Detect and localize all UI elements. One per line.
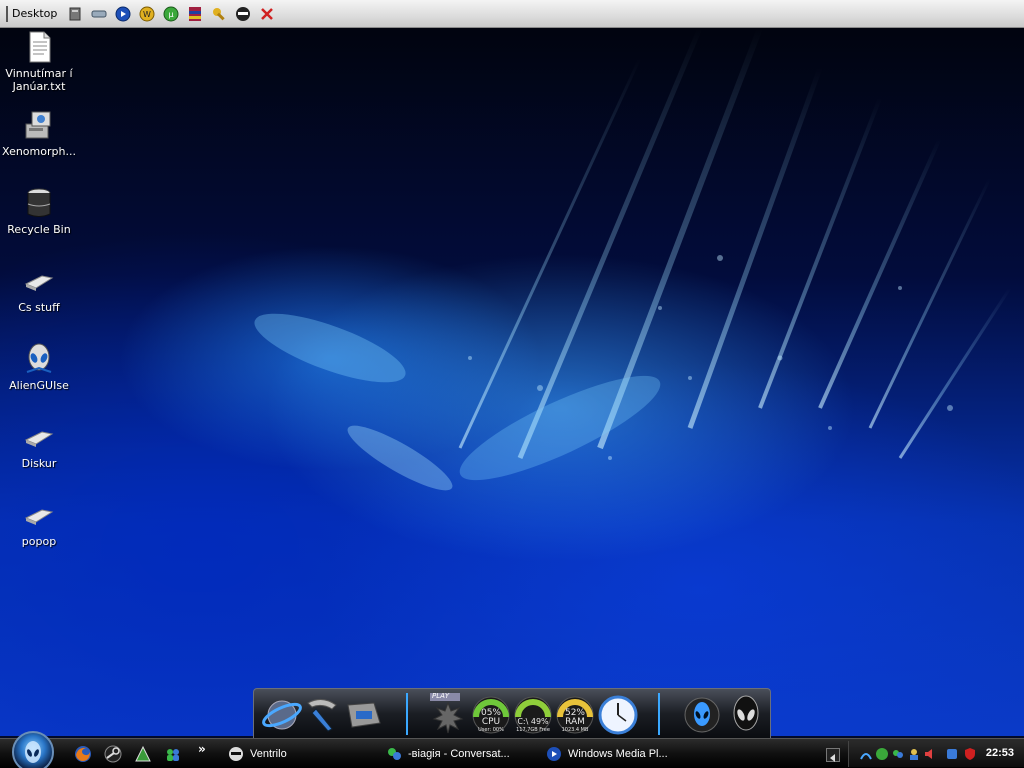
archive-icon[interactable] [186,5,204,23]
tools-icon[interactable] [302,693,342,735]
disk-sub: 117.7GB Free [516,727,550,733]
recycle-bin-icon [27,188,51,217]
task-label: Ventrilo [250,748,287,760]
desktop-icon-text-file[interactable]: Vinnutímar í Janúar.txt [2,30,76,93]
toolbar-label: Desktop [6,5,63,22]
steam-icon[interactable] [104,745,122,763]
disk-label: C:\ 49% [517,717,549,726]
desktop-icon-alien[interactable]: AlienGUIse [2,342,76,392]
task-button-ventrilo[interactable]: Ventrilo [222,742,368,766]
desktop-icon-label: Vinnutímar í Janúar.txt [5,67,73,93]
desktop-icon-folder[interactable]: Diskur [2,420,76,470]
users-icon[interactable] [907,747,921,761]
cpu-gauge: 05% CPU User: 00% [470,693,512,737]
desktop-icon-label: Xenomorph... [2,145,76,158]
tools-icon[interactable] [210,5,228,23]
media-player-icon[interactable] [114,5,132,23]
alien-icon [26,343,52,373]
winamp-icon[interactable] [134,745,152,763]
desktop-icon-folder[interactable]: popop [2,498,76,548]
cpu-sub: User: 00% [478,727,504,733]
cpu-label: CPU [481,717,501,727]
svg-text:µ: µ [169,10,174,19]
ram-sub: 1023.4 MB [561,727,589,733]
svg-text:W: W [143,10,151,19]
computer-icon[interactable] [344,693,384,735]
desktop-icon-label: Recycle Bin [7,223,71,236]
task-button-media-player[interactable]: Windows Media Pl... [540,742,690,766]
tray-clock[interactable]: 22:53 [986,747,1014,759]
security-icon[interactable] [945,747,959,761]
taskbar: » Ventrilo -віagія - Conversat... Window… [0,731,1024,768]
desktop-icon-label: Diskur [21,457,57,470]
alien-logo-icon [25,741,41,763]
alien-icon[interactable] [682,693,722,735]
start-button[interactable] [12,731,54,768]
folder-icon [24,275,54,291]
utorrent-icon[interactable] [875,747,889,761]
desktop-icon-folder[interactable]: Cs stuff [2,264,76,314]
desktop-icon-label: AlienGUIse [9,379,69,392]
installer-icon [25,111,51,139]
speaker-icon[interactable] [923,747,937,761]
tray-expand-button[interactable] [826,748,840,762]
internet-explorer-icon[interactable] [262,693,302,735]
drive-icon[interactable] [66,5,84,23]
ram-gauge: 52% RAM 1023.4 MB [554,693,596,737]
msn-icon[interactable] [891,747,905,761]
dock-badge: PLAY [432,692,450,700]
desktop-icon-installer[interactable]: Xenomorph... [2,108,76,158]
network-icon[interactable] [90,5,108,23]
media-player-icon [547,747,561,761]
clock-icon[interactable] [598,695,638,735]
task-label: -віagія - Conversat... [408,748,510,760]
shield-icon[interactable] [963,747,977,761]
desktop-wallpaper [0,28,1024,736]
close-icon[interactable] [258,5,276,23]
msn-icon[interactable] [164,745,182,763]
media-widget[interactable]: PLAY [428,692,468,737]
dock-separator [406,693,408,735]
task-button-conversation[interactable]: -віagія - Conversat... [380,742,530,766]
winamp-icon[interactable]: W [138,5,156,23]
system-tray: 22:53 [848,741,1024,767]
ventrilo-icon [229,747,243,761]
network-icon[interactable] [859,747,873,761]
disk-gauge: C:\ 49% 117.7GB Free [512,693,554,737]
folder-icon [24,509,54,525]
dock-bar: PLAY 05% CPU User: 00% C:\ 49% 117.7GB F… [253,688,771,738]
desktop-icon-label: popop [21,535,57,548]
ventrilo-icon[interactable] [234,5,252,23]
quick-launch-chevron[interactable]: » [198,742,206,756]
text-file-icon [29,31,51,63]
task-label: Windows Media Pl... [568,748,668,760]
ram-label: RAM [565,717,585,727]
folder-icon [24,431,54,447]
desktop-icon-label: Cs stuff [18,301,60,314]
desktop-toolbar: Desktop W µ [0,0,1024,28]
msn-icon [388,748,401,760]
desktop-icon-recycle-bin[interactable]: Recycle Bin [2,186,76,236]
chevron-left-icon [830,754,835,762]
alien-head-icon[interactable] [726,693,766,735]
utorrent-icon[interactable]: µ [162,5,180,23]
firefox-icon[interactable] [74,745,92,763]
dock-separator [658,693,660,735]
